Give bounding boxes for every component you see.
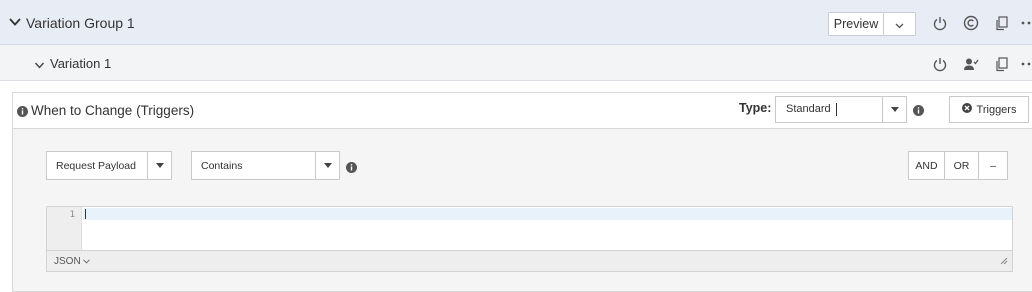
field-select-value: Request Payload xyxy=(56,160,136,172)
triggers-panel: When to Change (Triggers) Type: Standard… xyxy=(12,92,1032,292)
and-button[interactable]: AND xyxy=(909,152,944,179)
language-label: JSON xyxy=(54,256,81,267)
preview-button[interactable]: Preview xyxy=(828,12,884,36)
active-line xyxy=(83,208,1012,220)
line-number: 1 xyxy=(69,210,75,220)
editor-gutter: 1 xyxy=(47,207,82,250)
caret-down-icon[interactable] xyxy=(147,152,171,179)
chevron-down-icon xyxy=(83,256,91,267)
text-cursor xyxy=(836,103,837,116)
variation-title: Variation 1 xyxy=(50,56,112,71)
copy-icon[interactable] xyxy=(993,55,1011,73)
type-select[interactable]: Standard xyxy=(775,96,907,123)
info-icon xyxy=(17,105,28,120)
remove-condition-button[interactable]: – xyxy=(978,152,1007,179)
triggers-button[interactable]: Triggers xyxy=(949,96,1029,123)
variation-group-title: Variation Group 1 xyxy=(26,15,135,31)
operator-select[interactable]: Contains xyxy=(191,151,340,180)
info-icon xyxy=(913,104,924,119)
variation-header[interactable] xyxy=(0,45,1032,81)
chevron-down-icon xyxy=(895,17,904,32)
info-icon xyxy=(346,161,357,176)
power-icon[interactable] xyxy=(931,14,949,32)
user-check-icon[interactable] xyxy=(962,55,980,73)
triggers-button-label: Triggers xyxy=(976,103,1017,116)
resize-handle-icon[interactable] xyxy=(999,253,1008,268)
more-icon[interactable] xyxy=(1020,55,1032,73)
triggers-heading: When to Change (Triggers) xyxy=(31,103,195,118)
logic-button-group: AND OR – xyxy=(908,151,1008,180)
preview-dropdown-button[interactable] xyxy=(884,12,916,36)
type-select-value: Standard xyxy=(786,103,831,115)
chevron-down-icon[interactable] xyxy=(34,58,45,73)
editor-footer: JSON xyxy=(47,250,1012,271)
copyright-icon[interactable] xyxy=(962,14,980,32)
caret-down-icon[interactable] xyxy=(315,152,339,179)
or-button[interactable]: OR xyxy=(944,152,978,179)
copy-icon[interactable] xyxy=(993,14,1011,32)
code-editor[interactable]: 1 JSON xyxy=(46,206,1013,272)
type-label: Type: xyxy=(739,101,772,115)
more-icon[interactable] xyxy=(1020,14,1032,32)
remove-circle-icon xyxy=(961,103,972,116)
variation-group-header[interactable]: Variation Group 1 Preview xyxy=(0,0,1032,45)
operator-select-value: Contains xyxy=(201,160,243,172)
language-select[interactable]: JSON xyxy=(54,256,91,267)
chevron-down-icon[interactable] xyxy=(8,15,22,32)
power-icon[interactable] xyxy=(931,55,949,73)
editor-cursor xyxy=(85,209,86,219)
field-select[interactable]: Request Payload xyxy=(46,151,172,180)
caret-down-icon[interactable] xyxy=(882,97,906,122)
triggers-header: When to Change (Triggers) Type: Standard… xyxy=(13,93,1032,129)
